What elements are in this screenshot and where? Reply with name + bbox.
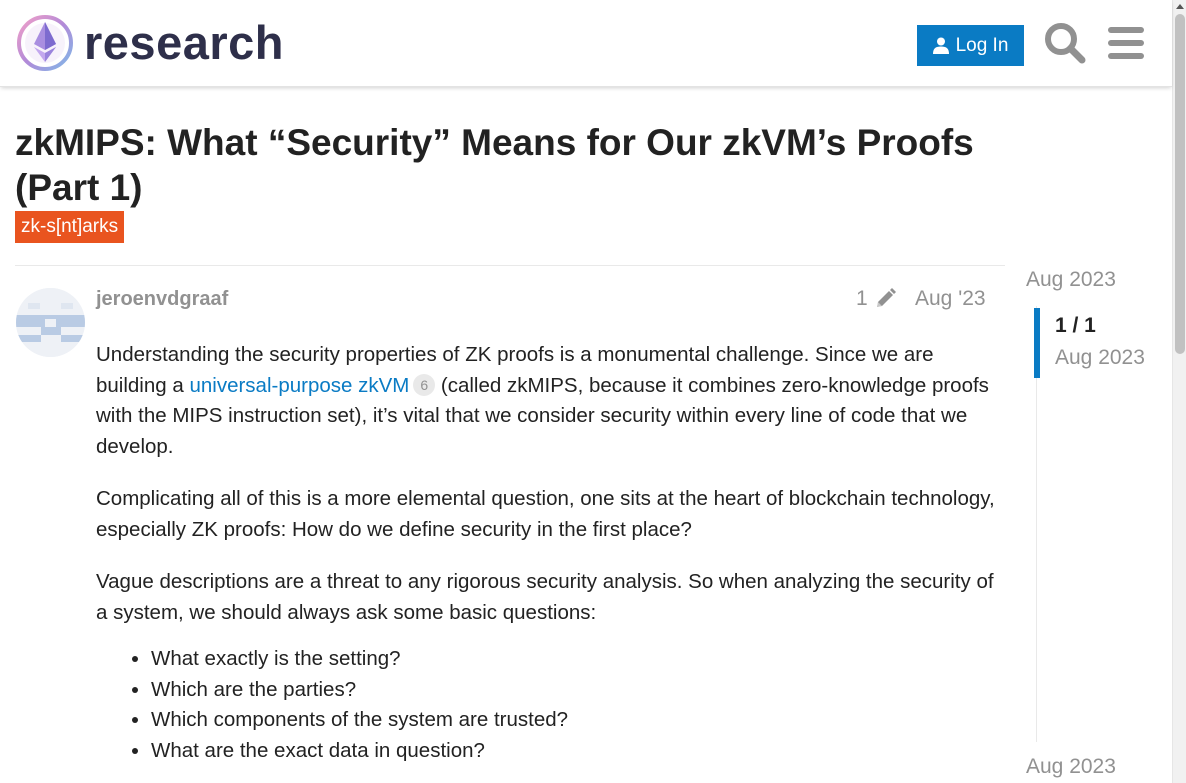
login-button-label: Log In xyxy=(955,34,1009,56)
timeline-start-date[interactable]: Aug 2023 xyxy=(1026,267,1116,293)
site-header: research Log In xyxy=(0,0,1172,87)
post-date[interactable]: Aug '23 xyxy=(915,287,986,311)
list-item: Which components of the system are trust… xyxy=(151,705,996,736)
timeline-handle[interactable] xyxy=(1034,308,1040,378)
question-list: What exactly is the setting? Which are t… xyxy=(96,644,996,766)
user-icon xyxy=(932,37,949,54)
timeline-end-date[interactable]: Aug 2023 xyxy=(1026,754,1116,780)
avatar[interactable] xyxy=(16,288,85,357)
site-logo-icon[interactable] xyxy=(16,14,74,72)
edit-history-button[interactable]: 1 xyxy=(856,287,896,311)
page-scrollbar[interactable] xyxy=(1172,0,1186,783)
list-item: Which are the parties? xyxy=(151,675,996,706)
scrollbar-thumb[interactable] xyxy=(1175,14,1185,354)
scroll-up-arrow-icon[interactable] xyxy=(1176,4,1184,9)
post-paragraph: Complicating all of this is a more eleme… xyxy=(96,487,995,541)
site-logo-text[interactable]: research xyxy=(84,14,284,72)
post-paragraph: Vague descriptions are a threat to any r… xyxy=(96,570,994,624)
topic-tag[interactable]: zk-s[nt]arks xyxy=(15,211,125,243)
divider xyxy=(15,265,1005,266)
timeline-position[interactable]: 1 / 1 xyxy=(1055,313,1096,339)
login-button[interactable]: Log In xyxy=(917,25,1024,66)
list-item: What are the exact data in question? xyxy=(151,736,996,767)
list-item: What exactly is the setting? xyxy=(151,644,996,675)
edit-count: 1 xyxy=(856,287,868,310)
zkvm-link[interactable]: universal-purpose zkVM xyxy=(189,374,409,397)
post-paragraph: Understanding the security properties of… xyxy=(96,340,996,462)
post-username[interactable]: jeroenvdgraaf xyxy=(96,287,228,311)
post-body: Understanding the security properties of… xyxy=(96,340,996,766)
timeline-position-date: Aug 2023 xyxy=(1055,346,1145,369)
hamburger-menu-icon[interactable] xyxy=(1106,24,1146,62)
pencil-icon xyxy=(876,288,896,307)
search-icon[interactable] xyxy=(1044,22,1086,64)
link-click-count-badge: 6 xyxy=(413,373,436,396)
topic-title[interactable]: zkMIPS: What “Security” Means for Our zk… xyxy=(15,120,1025,210)
